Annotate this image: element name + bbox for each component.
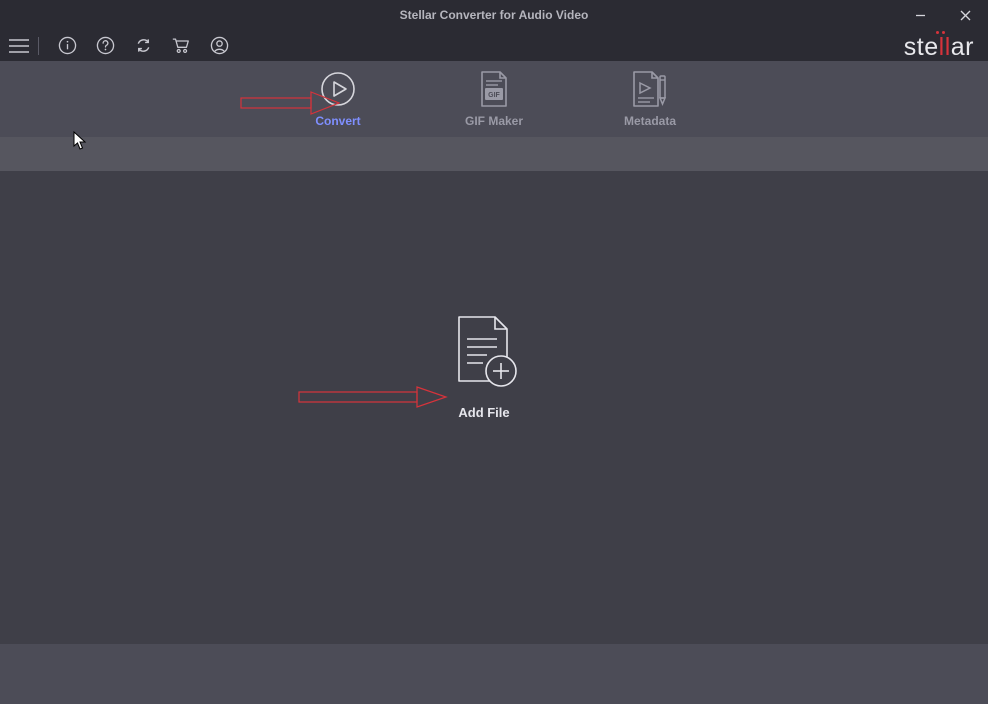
gif-icon: GIF xyxy=(476,70,512,108)
toolbar-divider xyxy=(38,37,39,55)
add-file-label: Add File xyxy=(458,405,509,420)
add-file-button[interactable]: Add File xyxy=(449,315,519,420)
close-button[interactable] xyxy=(943,0,988,30)
tab-gifmaker-label: GIF Maker xyxy=(465,114,523,128)
svg-text:GIF: GIF xyxy=(488,92,500,99)
metadata-icon xyxy=(630,70,670,108)
toolbar: stellar xyxy=(0,30,988,61)
window-title: Stellar Converter for Audio Video xyxy=(400,8,589,22)
main-tabs: Convert GIF GIF Maker xyxy=(0,61,988,137)
brand-logo: stellar xyxy=(904,35,974,60)
sub-toolbar xyxy=(0,137,988,171)
refresh-icon[interactable] xyxy=(125,31,161,61)
help-icon[interactable] xyxy=(87,31,123,61)
brand-accent: ll xyxy=(939,33,951,61)
content-area: Add File xyxy=(0,171,988,644)
cart-icon[interactable] xyxy=(163,31,199,61)
toolbar-left xyxy=(8,31,237,61)
tab-gifmaker[interactable]: GIF GIF Maker xyxy=(454,70,534,128)
user-icon[interactable] xyxy=(201,31,237,61)
minimize-button[interactable] xyxy=(898,0,943,30)
annotation-arrow-addfile xyxy=(298,386,448,408)
window-controls xyxy=(898,0,988,30)
tab-metadata-label: Metadata xyxy=(624,114,676,128)
tab-convert-label: Convert xyxy=(315,114,360,128)
brand-suffix: ar xyxy=(951,33,974,61)
titlebar: Stellar Converter for Audio Video xyxy=(0,0,988,30)
menu-button[interactable] xyxy=(8,35,30,57)
bottom-bar xyxy=(0,644,988,704)
add-file-icon xyxy=(449,315,519,391)
info-icon[interactable] xyxy=(49,31,85,61)
brand-prefix: ste xyxy=(904,33,939,61)
annotation-arrow-convert xyxy=(240,91,340,115)
tab-metadata[interactable]: Metadata xyxy=(610,70,690,128)
